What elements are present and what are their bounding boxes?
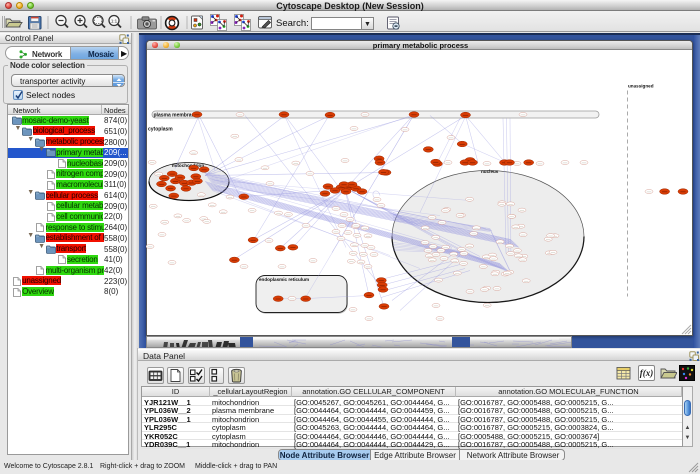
svg-text:endoplasmic reticulum: endoplasmic reticulum [259,277,309,282]
svg-text:cytoplasm: cytoplasm [148,126,173,132]
svg-text:1:1: 1:1 [111,19,118,24]
svg-text:unassigned: unassigned [628,83,654,88]
svg-text:nucleus: nucleus [481,169,499,174]
svg-text:plasma membrane: plasma membrane [154,112,198,118]
